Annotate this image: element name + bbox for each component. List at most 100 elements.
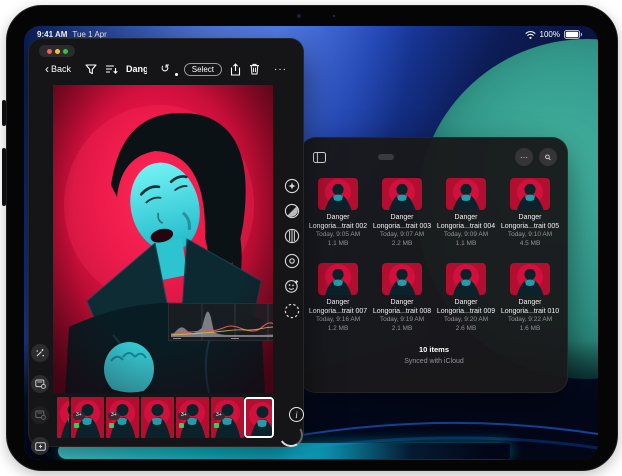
editor-window: ‹ Back Danger Longo... ↺ Select: [28, 38, 304, 447]
sidebar-toggle-icon[interactable]: [313, 152, 326, 163]
filmstrip-thumbnail[interactable]: 3+: [211, 397, 244, 438]
file-grid: Danger Longoria...trait 002 Today, 9:05 …: [301, 170, 567, 333]
sync-status: Synced with iCloud: [301, 358, 567, 365]
file-name-line2: Longoria...trait 003: [371, 222, 433, 231]
wand-adjust-icon[interactable]: [31, 344, 49, 362]
file-item[interactable]: Danger Longoria...trait 003 Today, 9:07 …: [371, 178, 433, 249]
browser-tab[interactable]: [378, 154, 394, 160]
file-time: Today, 9:10 AM: [499, 231, 561, 240]
stack-count-badge: 3+: [213, 412, 225, 420]
share-icon[interactable]: [230, 63, 241, 76]
file-time: Today, 9:22 AM: [499, 316, 561, 325]
minimize-window-icon[interactable]: [55, 49, 60, 54]
file-name-line2: Longoria...trait 004: [435, 222, 497, 231]
close-window-icon[interactable]: [47, 49, 52, 54]
file-name-line1: Danger: [307, 213, 369, 222]
file-name-line1: Danger: [371, 298, 433, 307]
file-size: 1.1 MB: [435, 240, 497, 249]
trash-icon[interactable]: [249, 63, 260, 75]
file-item[interactable]: Danger Longoria...trait 010 Today, 9:22 …: [499, 263, 561, 334]
filmstrip-thumbnail[interactable]: 3+: [106, 397, 139, 438]
filmstrip-thumbnail[interactable]: [141, 397, 174, 438]
white-balance-icon[interactable]: [283, 202, 300, 219]
filmstrip-thumbnail[interactable]: 3+: [176, 397, 209, 438]
editor-toolbar: ‹ Back Danger Longo... ↺ Select: [29, 58, 303, 80]
vignette-icon[interactable]: [283, 252, 300, 269]
file-item[interactable]: Danger Longoria...trait 008 Today, 9:19 …: [371, 263, 433, 334]
sensor-dot-icon: [333, 15, 335, 17]
file-time: Today, 9:19 AM: [371, 316, 433, 325]
file-time: Today, 9:05 AM: [307, 231, 369, 240]
tool-rail: [283, 177, 300, 319]
file-size: 2.6 MB: [435, 325, 497, 334]
filmstrip: 3+ 3+: [57, 397, 272, 438]
undo-glyph: ↺: [161, 63, 170, 75]
file-name-line2: Longoria...trait 008: [371, 307, 433, 316]
more-icon[interactable]: ···: [268, 63, 293, 76]
file-name-line2: Longoria...trait 009: [435, 307, 497, 316]
stack-count-badge: 3+: [178, 412, 190, 420]
add-frame-icon[interactable]: [31, 437, 49, 455]
ellipsis-glyph: ···: [520, 153, 528, 162]
more-options-icon[interactable]: ···: [515, 148, 533, 166]
back-button[interactable]: ‹ Back: [39, 63, 77, 75]
file-size: 1.1 MB: [307, 240, 369, 249]
file-name-line2: Longoria...trait 007: [307, 307, 369, 316]
filters-icon[interactable]: [283, 177, 300, 194]
file-time: Today, 9:20 AM: [435, 316, 497, 325]
files-footer: 10 items Synced with iCloud: [301, 345, 567, 365]
file-name-line1: Danger: [371, 213, 433, 222]
file-size: 1.6 MB: [499, 325, 561, 334]
file-size: 2.2 MB: [371, 240, 433, 249]
edited-indicator-icon: [109, 423, 114, 428]
file-item[interactable]: Danger Longoria...trait 005 Today, 9:10 …: [499, 178, 561, 249]
select-button[interactable]: Select: [184, 63, 222, 76]
sort-icon[interactable]: [105, 64, 118, 75]
filmstrip-thumbnail[interactable]: [57, 397, 69, 438]
wifi-icon: [525, 31, 536, 39]
file-name-line1: Danger: [499, 298, 561, 307]
filmstrip-thumbnail[interactable]: [246, 399, 272, 436]
file-thumbnail: [446, 263, 486, 295]
battery-icon: [564, 30, 583, 39]
file-thumbnail: [446, 178, 486, 210]
photo-canvas[interactable]: [53, 85, 273, 393]
window-title: Danger Longo...: [126, 64, 147, 74]
window-controls[interactable]: [39, 45, 75, 57]
histogram-panel[interactable]: [168, 303, 273, 341]
page: 9:41 AMTue 1 Apr 100%: [0, 0, 622, 476]
ipad-screen: 9:41 AMTue 1 Apr 100%: [24, 26, 598, 460]
file-item[interactable]: Danger Longoria...trait 002 Today, 9:05 …: [307, 178, 369, 249]
file-thumbnail: [318, 263, 358, 295]
zoom-window-icon[interactable]: [63, 49, 68, 54]
filter-icon[interactable]: [85, 64, 97, 75]
stack-count-badge: 3+: [73, 412, 85, 420]
paste-edits-icon[interactable]: [31, 406, 49, 424]
file-size: 1.2 MB: [307, 325, 369, 334]
file-thumbnail: [382, 178, 422, 210]
file-item[interactable]: Danger Longoria...trait 009 Today, 9:20 …: [435, 263, 497, 334]
file-item[interactable]: Danger Longoria...trait 007 Today, 9:16 …: [307, 263, 369, 334]
info-glyph: i: [295, 410, 298, 420]
edited-indicator-icon: [74, 423, 79, 428]
copy-edits-icon[interactable]: [31, 375, 49, 393]
files-window: ···: [300, 137, 568, 393]
browser-tab[interactable]: [358, 154, 374, 160]
file-time: Today, 9:07 AM: [371, 231, 433, 240]
stack-count-badge: 3+: [108, 412, 120, 420]
file-name-line2: Longoria...trait 010: [499, 307, 561, 316]
file-name-line1: Danger: [435, 213, 497, 222]
crop-icon[interactable]: [283, 302, 300, 319]
undo-icon[interactable]: ↺: [155, 63, 176, 75]
file-size: 4.5 MB: [499, 240, 561, 249]
edited-indicator-icon: [214, 423, 219, 428]
curves-icon[interactable]: [283, 227, 300, 244]
filmstrip-thumbnail[interactable]: 3+: [71, 397, 104, 438]
info-icon[interactable]: i: [289, 407, 304, 422]
effects-icon[interactable]: [283, 277, 300, 294]
edited-indicator-icon: [179, 423, 184, 428]
browser-tab[interactable]: [338, 154, 354, 160]
file-item[interactable]: Danger Longoria...trait 004 Today, 9:09 …: [435, 178, 497, 249]
search-icon[interactable]: [539, 148, 557, 166]
file-thumbnail: [318, 178, 358, 210]
